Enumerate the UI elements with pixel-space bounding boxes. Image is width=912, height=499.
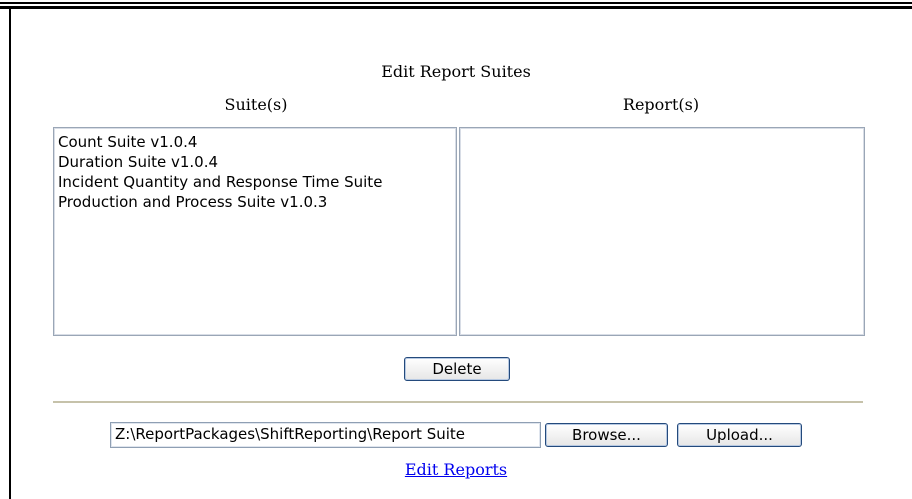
border-line-top (0, 2, 912, 4)
border-line-bottom (0, 6, 912, 9)
delete-button[interactable]: Delete (404, 357, 510, 381)
edit-reports-link[interactable]: Edit Reports (405, 460, 507, 479)
suites-list: Count Suite v1.0.4 Duration Suite v1.0.4… (54, 128, 456, 212)
page-title: Edit Report Suites (381, 62, 531, 81)
suites-listbox[interactable]: Count Suite v1.0.4 Duration Suite v1.0.4… (53, 127, 457, 336)
browse-button[interactable]: Browse... (545, 423, 668, 447)
suites-header: Suite(s) (224, 95, 288, 114)
reports-listbox[interactable] (459, 127, 865, 336)
edit-reports-link-wrapper: Edit Reports (0, 460, 912, 480)
top-border (0, 0, 912, 10)
divider (53, 401, 863, 403)
reports-header: Report(s) (622, 95, 700, 114)
upload-button[interactable]: Upload... (677, 423, 802, 447)
suite-item[interactable]: Count Suite v1.0.4 (58, 132, 456, 152)
suite-item[interactable]: Production and Process Suite v1.0.3 (58, 192, 456, 212)
suite-item[interactable]: Incident Quantity and Response Time Suit… (58, 172, 456, 192)
suite-item[interactable]: Duration Suite v1.0.4 (58, 152, 456, 172)
file-path-input[interactable]: Z:\ReportPackages\ShiftReporting\Report … (110, 422, 541, 448)
